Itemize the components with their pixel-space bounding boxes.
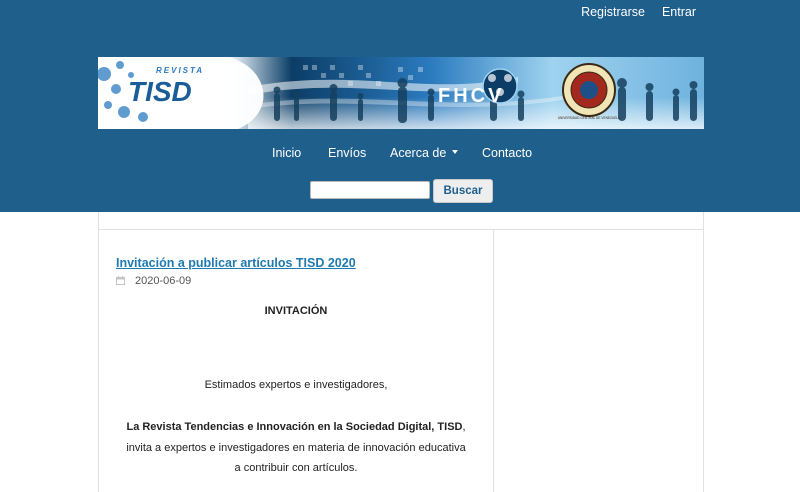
svg-text:REVISTA: REVISTA	[156, 66, 204, 75]
login-link[interactable]: Entrar	[662, 5, 696, 19]
page-content: Invitación a publicar artículos TISD 202…	[98, 212, 704, 492]
nav-submissions[interactable]: Envíos	[328, 146, 366, 160]
greeting-text: Estimados expertos e investigadores,	[204, 379, 388, 391]
site-header: Registrarse Entrar REVISTA TISD FHCV UNI…	[0, 0, 800, 212]
body-line-2: a contribuir con artículos.	[234, 462, 358, 474]
nav-about-label: Acerca de	[390, 146, 447, 160]
main-nav: Inicio Envíos Acerca de Contacto	[0, 146, 800, 164]
register-link[interactable]: Registrarse	[581, 5, 645, 19]
svg-text:FHCV: FHCV	[438, 85, 504, 107]
journal-intro: La Revista Tendencias e Innovación en la…	[99, 421, 493, 433]
content-divider	[99, 229, 703, 230]
nav-home[interactable]: Inicio	[272, 146, 301, 160]
calendar-icon	[116, 276, 125, 285]
chevron-down-icon	[452, 150, 459, 154]
journal-banner[interactable]: REVISTA TISD FHCV UNIVERSIDAD CENTRAL DE…	[98, 57, 704, 129]
search-input[interactable]	[310, 181, 430, 199]
body-line-1: invita a expertos e investigadores en ma…	[126, 442, 466, 454]
sidebar-divider	[493, 229, 494, 492]
journal-name: La Revista Tendencias e Innovación en la…	[126, 421, 463, 433]
banner-image: REVISTA TISD FHCV UNIVERSIDAD CENTRAL DE…	[98, 57, 704, 129]
svg-text:TISD: TISD	[128, 76, 192, 107]
journal-name-suffix: ,	[462, 421, 466, 433]
nav-contact[interactable]: Contacto	[482, 146, 532, 160]
svg-text:UNIVERSIDAD CENTRAL DE VENEZUE: UNIVERSIDAD CENTRAL DE VENEZUELA	[558, 116, 621, 120]
article-heading: INVITACIÓN	[264, 305, 328, 317]
date-text: 2020-06-09	[135, 275, 192, 287]
search-button[interactable]: Buscar	[433, 179, 493, 203]
nav-about[interactable]: Acerca de	[390, 146, 459, 160]
article-title[interactable]: Invitación a publicar artículos TISD 202…	[116, 256, 356, 270]
